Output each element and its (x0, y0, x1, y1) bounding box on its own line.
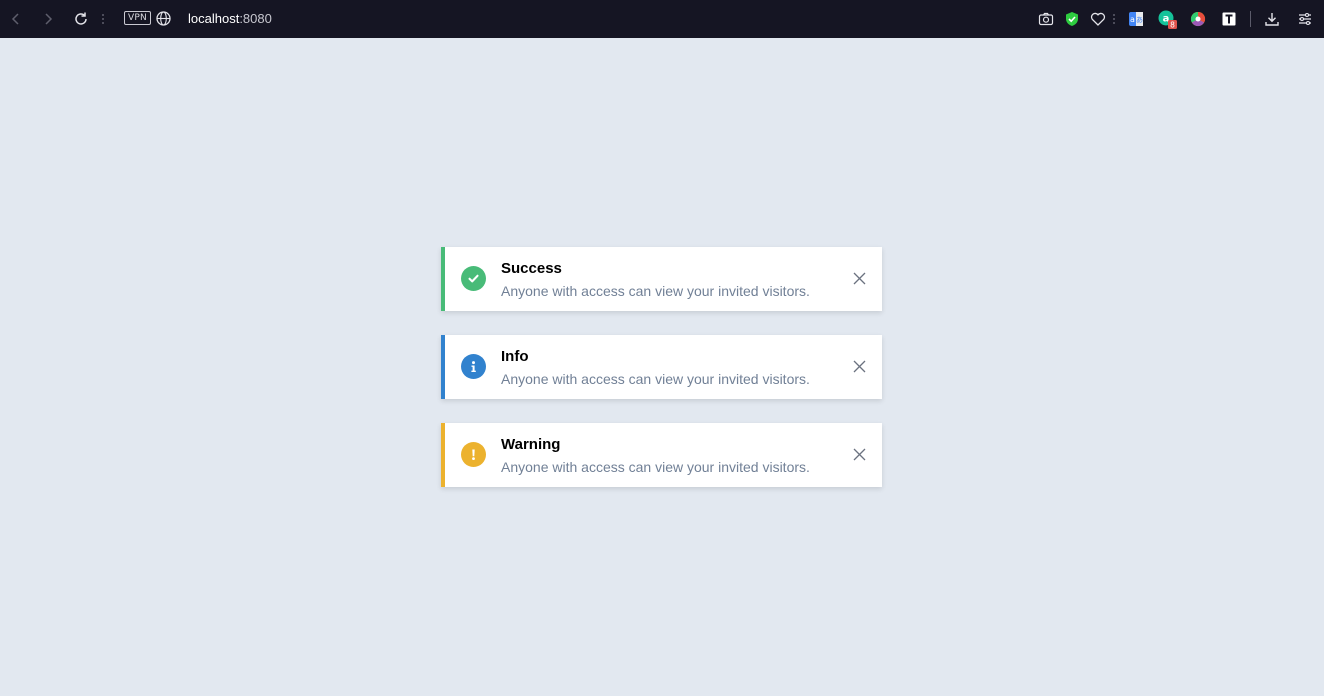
grammar-extension-button[interactable]: a8 (1157, 9, 1177, 29)
close-button[interactable] (850, 357, 868, 375)
toolbar-divider (1250, 11, 1251, 27)
alert-success: Success Anyone with access can view your… (441, 247, 882, 311)
menu-button[interactable] (1295, 9, 1315, 29)
chevron-right-icon (45, 13, 53, 25)
close-button[interactable] (850, 269, 868, 287)
heart-icon (1090, 12, 1106, 26)
close-icon (853, 448, 865, 460)
reload-icon (75, 12, 87, 25)
close-icon (853, 360, 865, 372)
downloads-button[interactable] (1262, 9, 1282, 29)
alert-title: Warning (501, 436, 561, 453)
text-t-icon (1222, 12, 1236, 26)
alert-message: Anyone with access can view your invited… (501, 371, 810, 387)
vpn-badge[interactable]: VPN (124, 11, 151, 25)
alert-info: Info Anyone with access can view your in… (441, 335, 882, 399)
chevron-left-icon (11, 13, 19, 25)
extension-badge-count: 8 (1170, 21, 1175, 30)
forward-button[interactable] (38, 9, 58, 29)
grammar-a-icon: a8 (1158, 10, 1177, 30)
extensions-separator-icon (1113, 14, 1115, 24)
translate-extension-button[interactable]: aあ (1126, 9, 1146, 29)
translate-icon: aあ (1129, 12, 1143, 26)
address-bar[interactable]: localhost:8080 (188, 11, 272, 26)
reload-button[interactable] (71, 9, 91, 29)
svg-text:a: a (1130, 15, 1135, 24)
shield-check-icon (1066, 12, 1078, 26)
more-dots-icon (102, 14, 104, 24)
browser-toolbar: VPN localhost:8080 aあ a8 (0, 0, 1324, 38)
info-circle-icon (461, 354, 486, 379)
adblock-button[interactable] (1062, 9, 1082, 29)
color-wheel-icon (1190, 11, 1206, 27)
download-icon (1265, 13, 1279, 26)
alert-message: Anyone with access can view your invited… (501, 283, 810, 299)
menu-sliders-icon (1299, 12, 1311, 26)
favorites-button[interactable] (1088, 9, 1108, 29)
url-host: localhost (188, 11, 240, 26)
back-button[interactable] (6, 9, 26, 29)
color-picker-extension-button[interactable] (1188, 9, 1208, 29)
alert-title: Info (501, 348, 529, 365)
exclamation-circle-icon (461, 442, 486, 467)
alerts-container: Success Anyone with access can view your… (441, 247, 882, 511)
url-port: :8080 (239, 11, 272, 26)
svg-text:あ: あ (1136, 16, 1143, 24)
globe-icon[interactable] (155, 10, 172, 27)
close-icon (853, 272, 865, 284)
snapshot-button[interactable] (1036, 9, 1056, 29)
text-extension-button[interactable] (1219, 9, 1239, 29)
alert-warning: Warning Anyone with access can view your… (441, 423, 882, 487)
alert-title: Success (501, 260, 562, 277)
close-button[interactable] (850, 445, 868, 463)
alert-message: Anyone with access can view your invited… (501, 459, 810, 475)
camera-icon (1038, 12, 1054, 26)
check-circle-icon (461, 266, 486, 291)
